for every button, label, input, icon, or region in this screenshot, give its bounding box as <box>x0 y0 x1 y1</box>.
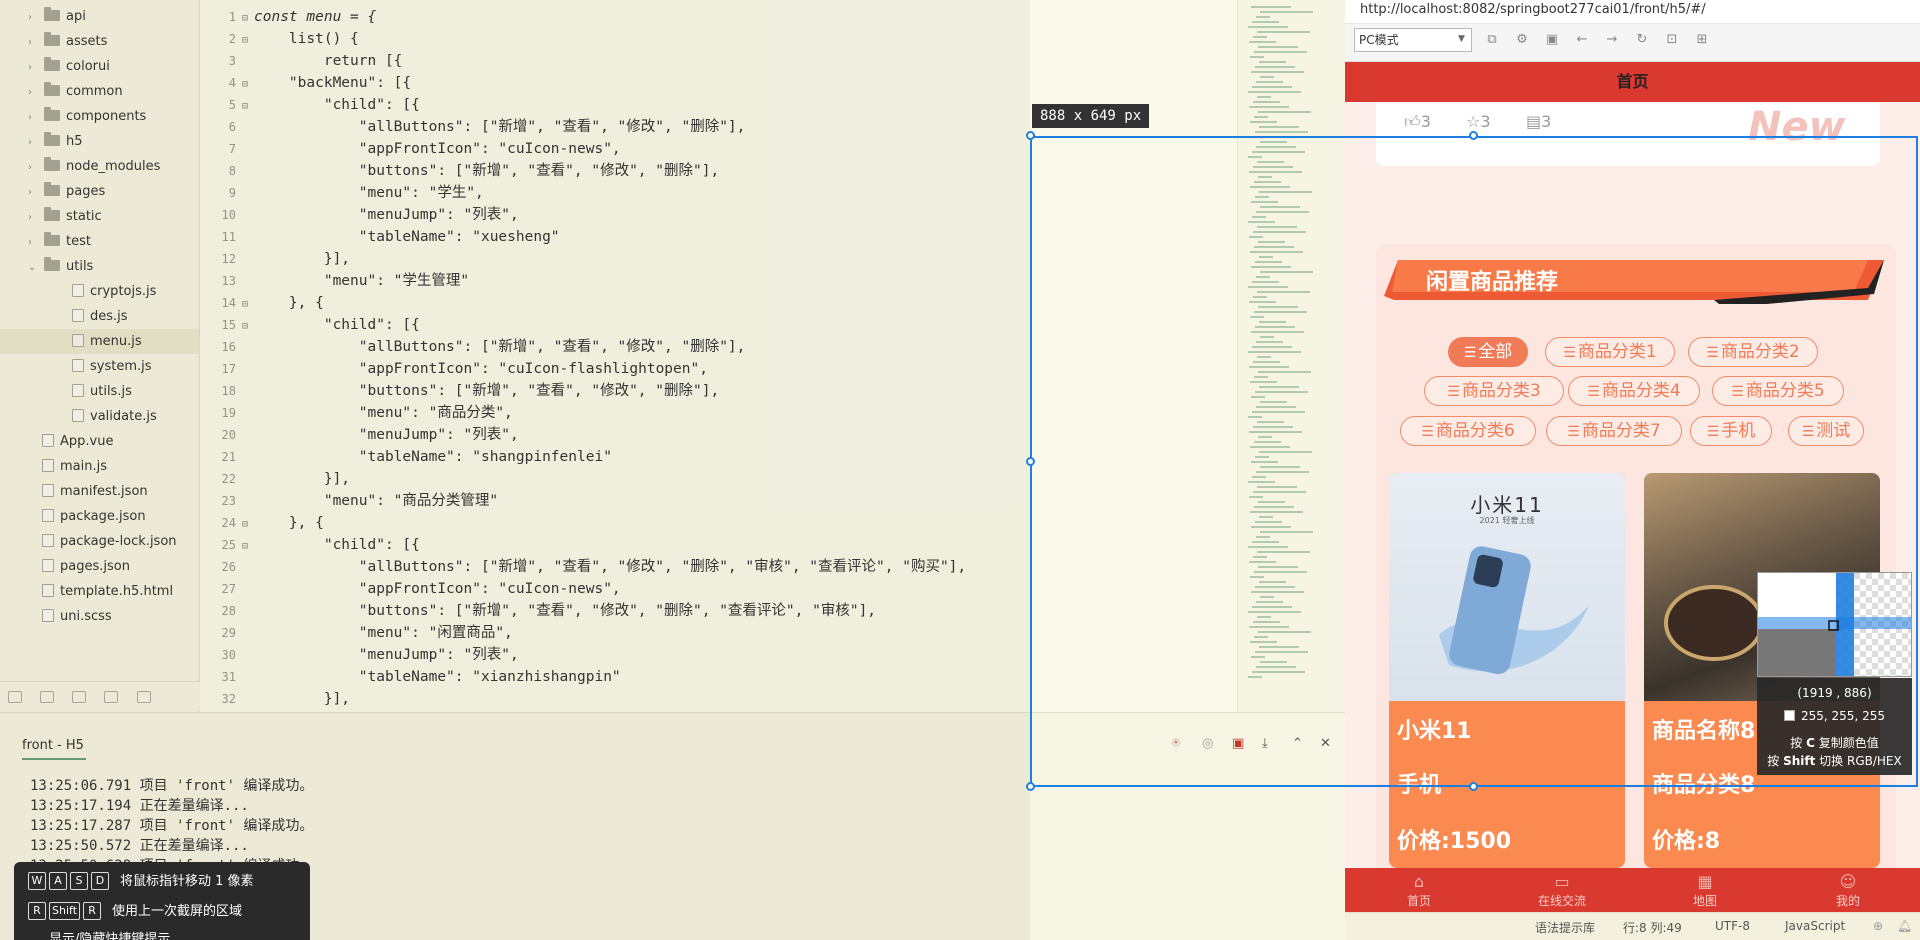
minimap-line <box>1255 131 1308 133</box>
key-cap: R <box>83 902 102 920</box>
magnifier <box>1757 572 1912 677</box>
color-swatch <box>1784 710 1795 721</box>
minimap-line <box>1250 121 1277 123</box>
capture-dim <box>0 0 1030 940</box>
refresh-icon[interactable]: ↻ <box>1634 32 1650 48</box>
tab-map[interactable]: ▦ 地图 <box>1660 868 1750 912</box>
mode-select[interactable]: PC模式 <box>1354 28 1472 52</box>
resize-handle[interactable] <box>1469 131 1478 140</box>
minimap-line <box>1258 46 1298 48</box>
key-cap: A <box>49 872 67 890</box>
minimap-line <box>1249 106 1289 108</box>
chat-icon: ▭ <box>1554 872 1570 891</box>
hint-toggle: H显示/隐藏快捷键提示 <box>49 932 171 940</box>
minimap-line <box>1253 36 1267 38</box>
console-icon[interactable]: ▣ <box>1544 32 1560 48</box>
gear-icon[interactable]: ⚙ <box>1514 32 1530 48</box>
tab-label: 我的 <box>1835 894 1860 908</box>
minimap-line <box>1248 91 1301 93</box>
minimap-line <box>1251 71 1304 73</box>
url-text[interactable]: http://localhost:8082/springboot277cai01… <box>1360 2 1706 17</box>
minimap-line <box>1252 21 1279 23</box>
key-cap: S <box>70 872 88 890</box>
save-icon[interactable]: ⤓ <box>1262 736 1268 751</box>
tab-label: 在线交流 <box>1537 894 1586 908</box>
key-cap: Shift <box>49 902 81 920</box>
minimap-line <box>1257 96 1271 98</box>
comment-count[interactable]: ▤3 <box>1526 112 1551 131</box>
minimap-line <box>1260 11 1313 13</box>
minimap-line <box>1259 61 1286 63</box>
hint-last-region: R Shift R 使用上一次截屏的区域 <box>28 902 242 922</box>
language[interactable]: JavaScript <box>1785 919 1845 933</box>
home-icon: ⌂ <box>1413 872 1425 891</box>
pin-icon[interactable]: ⍟ <box>1172 736 1180 751</box>
product-price: 价格:8 <box>1652 829 1721 854</box>
minimap-line <box>1249 41 1276 43</box>
minimap-line <box>1260 76 1274 78</box>
resize-handle[interactable] <box>1026 131 1035 140</box>
star-icon: ☆ <box>1466 112 1481 131</box>
key-cap: D <box>91 872 109 890</box>
star-count[interactable]: ☆3 <box>1466 112 1491 131</box>
like-count[interactable]: 👍︎3 <box>1404 112 1431 132</box>
shortcut-hints: WASD将鼠标指针移动 1 像素 RShiftR使用上一次截屏的区域 H显示/隐… <box>14 862 310 940</box>
resize-handle[interactable] <box>1469 782 1478 791</box>
hint-move: W A S D 将鼠标指针移动 1 像素 <box>28 872 254 892</box>
map-icon: ▦ <box>1697 872 1713 891</box>
hint-lib[interactable]: 语法提示库 <box>1535 919 1595 936</box>
lock-icon[interactable]: ⊡ <box>1664 32 1680 48</box>
record-icon[interactable]: ▣ <box>1232 736 1244 751</box>
ocr-icon[interactable]: ◎ <box>1202 736 1213 751</box>
minimap-line <box>1259 126 1299 128</box>
tab-chat[interactable]: ▭ 在线交流 <box>1517 868 1607 912</box>
download-icon[interactable]: ⊕ <box>1873 919 1883 933</box>
minimap-line <box>1255 66 1295 68</box>
back-icon[interactable]: ← <box>1574 32 1590 48</box>
user-icon: ☺ <box>1839 872 1857 891</box>
tab-user[interactable]: ☺ 我的 <box>1803 868 1893 912</box>
screenshot-icon[interactable]: ⧉ <box>1484 32 1500 48</box>
minimap-line <box>1256 16 1270 18</box>
close-icon[interactable]: ✕ <box>1320 736 1331 751</box>
grid-icon[interactable]: ⊞ <box>1694 32 1710 48</box>
tab-label: 地图 <box>1692 894 1717 908</box>
resize-handle[interactable] <box>1026 782 1035 791</box>
minimap-line <box>1252 86 1292 88</box>
minimap-line <box>1248 26 1288 28</box>
chevron-down-icon[interactable]: ▼ <box>1458 34 1465 44</box>
resize-handle[interactable] <box>1026 457 1035 466</box>
encoding[interactable]: UTF-8 <box>1715 919 1750 933</box>
product-price: 价格:1500 <box>1397 829 1512 854</box>
capture-size-label: 888 x 649 px <box>1032 104 1150 128</box>
minimap-line <box>1257 31 1310 33</box>
bell-icon[interactable]: 🔔︎ <box>1897 919 1912 933</box>
key-cap: R <box>28 902 46 920</box>
thumb-up-icon: 👍︎ <box>1404 112 1421 131</box>
minimap-line <box>1250 56 1264 58</box>
forward-icon[interactable]: → <box>1604 32 1620 48</box>
minimap-line <box>1258 111 1311 113</box>
comment-icon: ▤ <box>1526 112 1542 131</box>
key-cap: W <box>28 872 46 890</box>
page-title: 首页 <box>1345 62 1920 102</box>
tab-home[interactable]: ⌂ 首页 <box>1374 868 1464 912</box>
cursor-position[interactable]: 行:8 列:49 <box>1623 919 1682 936</box>
chevron-up-icon[interactable]: ⌃ <box>1292 736 1303 751</box>
color-info: (1919 , 886) 255, 255, 255 按 C 复制颜色值 按 S… <box>1757 678 1912 775</box>
minimap-line <box>1256 81 1283 83</box>
minimap-line <box>1254 116 1268 118</box>
status-bar: 语法提示库 行:8 列:49 UTF-8 JavaScript ⊕ 🔔︎ <box>1345 912 1920 940</box>
pixel-coord: (1919 , 886) <box>1797 686 1872 700</box>
capture-toolbar: ⍟ ◎ ▣ ⤓ ⌃ ✕ <box>1160 736 1340 756</box>
minimap-line <box>1254 51 1307 53</box>
minimap-line <box>1253 101 1280 103</box>
minimap-line <box>1251 6 1291 8</box>
copy-hint: 按 C 复制颜色值 <box>1790 736 1879 750</box>
tab-label: 首页 <box>1406 894 1431 908</box>
color-value: 255, 255, 255 <box>1757 709 1912 723</box>
switch-hint: 按 Shift 切换 RGB/HEX <box>1767 754 1902 768</box>
